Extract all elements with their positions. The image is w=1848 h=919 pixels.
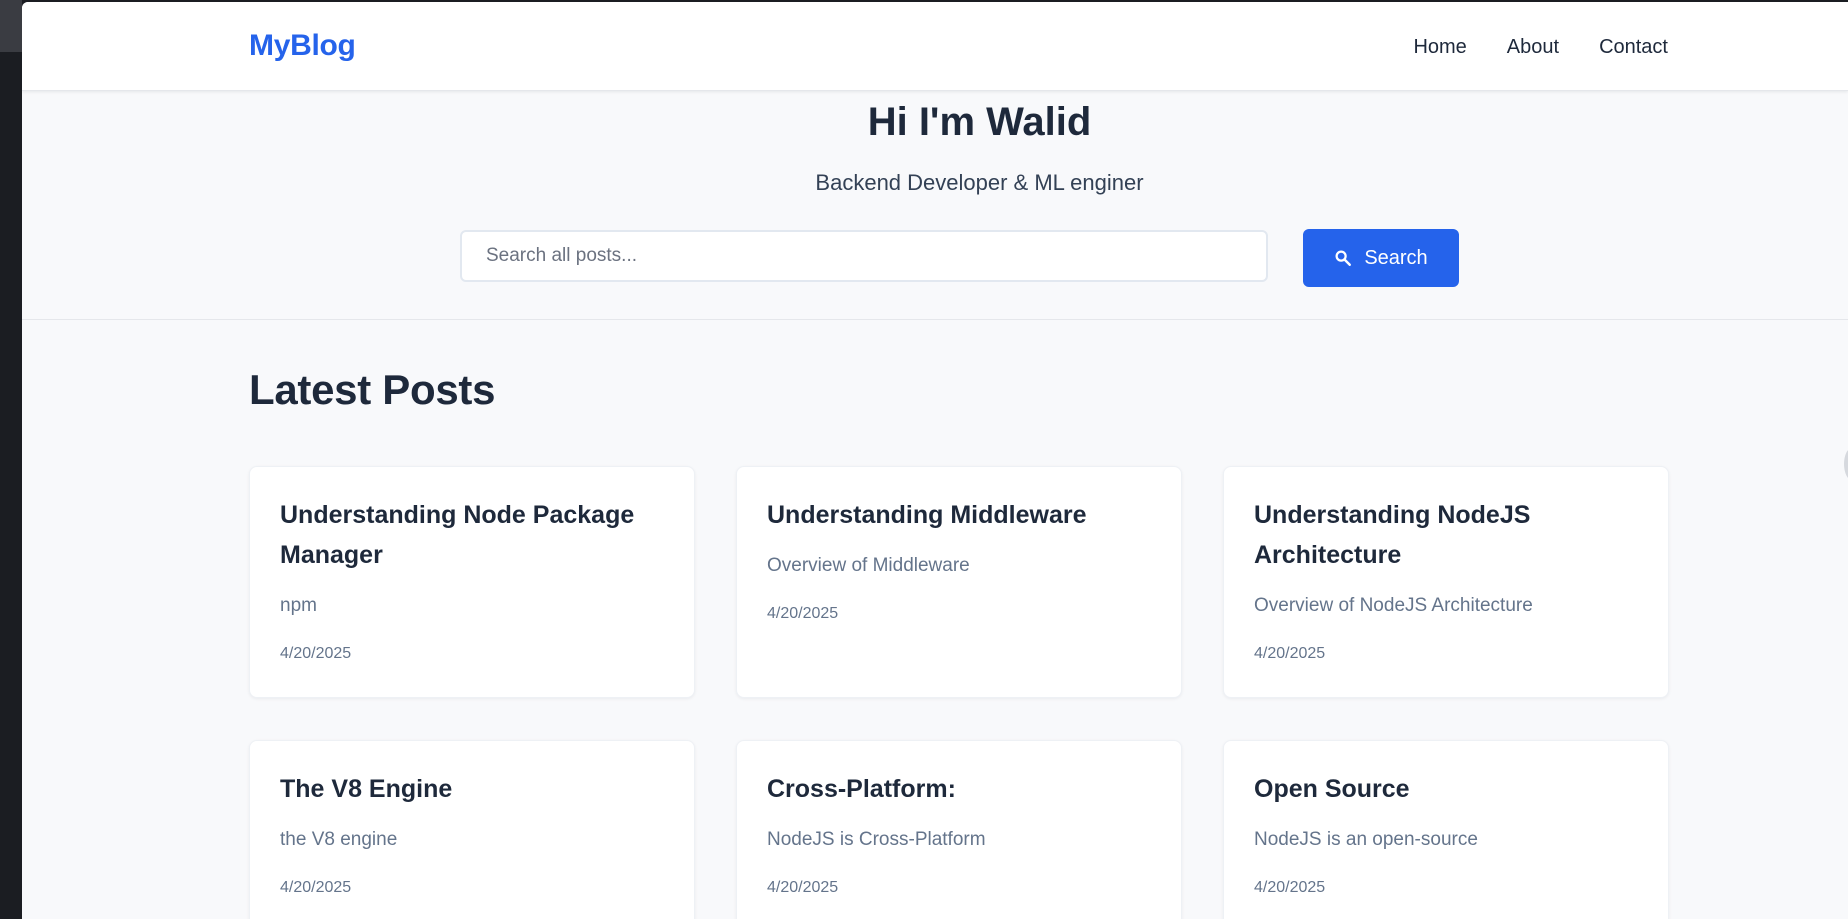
post-title[interactable]: Cross-Platform: [767,769,1157,809]
post-card[interactable]: The V8 Engine the V8 engine 4/20/2025 [249,740,695,919]
post-description: npm [280,595,317,616]
post-card[interactable]: Understanding Middleware Overview of Mid… [736,466,1182,698]
post-card[interactable]: Cross-Platform: NodeJS is Cross-Platform… [736,740,1182,919]
post-date: 4/20/2025 [280,879,352,896]
post-date: 4/20/2025 [1254,645,1326,662]
post-card[interactable]: Open Source NodeJS is an open-source 4/2… [1223,740,1669,919]
post-title[interactable]: Open Source [1254,769,1644,809]
search-icon [1334,249,1352,267]
post-title[interactable]: Understanding Node Package Manager [280,495,670,575]
post-description: NodeJS is an open-source [1254,829,1478,850]
browser-viewport: MyBlog Home About Contact Hi I'm Walid B… [22,2,1848,919]
nav-home-link[interactable]: Home [1413,36,1466,59]
post-date: 4/20/2025 [767,879,839,896]
latest-posts-heading: Latest Posts [249,366,496,413]
search-input[interactable] [460,230,1268,282]
post-title[interactable]: Understanding NodeJS Architecture [1254,495,1644,575]
navbar: MyBlog Home About Contact [22,2,1848,91]
nav-contact-link[interactable]: Contact [1599,36,1668,59]
nav-about-link[interactable]: About [1507,36,1559,59]
post-description: Overview of NodeJS Architecture [1254,595,1533,616]
post-description: the V8 engine [280,829,398,850]
post-description: NodeJS is Cross-Platform [767,829,986,850]
post-description: Overview of Middleware [767,555,970,576]
search-button[interactable]: Search [1303,229,1459,287]
scroll-handle[interactable] [1844,448,1848,480]
nav-links: Home About Contact [1413,36,1668,59]
brand-logo[interactable]: MyBlog [249,29,356,63]
post-card[interactable]: Understanding Node Package Manager npm 4… [249,466,695,698]
post-title[interactable]: Understanding Middleware [767,495,1157,535]
hero-title: Hi I'm Walid [867,100,1092,144]
window-edge [0,0,22,52]
post-date: 4/20/2025 [280,645,352,662]
hero-section: Hi I'm Walid Backend Developer & ML engi… [22,90,1848,320]
post-card[interactable]: Understanding NodeJS Architecture Overvi… [1223,466,1669,698]
search-button-label: Search [1364,246,1428,269]
post-date: 4/20/2025 [1254,879,1326,896]
post-title[interactable]: The V8 Engine [280,769,670,809]
post-date: 4/20/2025 [767,605,839,622]
hero-subtitle: Backend Developer & ML enginer [815,170,1144,195]
